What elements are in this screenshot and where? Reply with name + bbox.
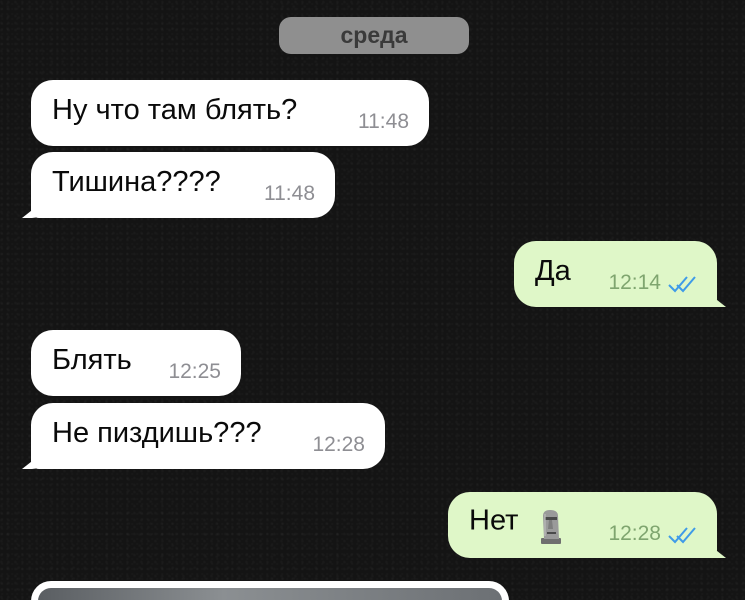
message-time: 12:25 (168, 360, 221, 383)
message-time: 11:48 (358, 110, 409, 133)
bubble-tail (698, 285, 726, 307)
message-time: 12:14 (608, 271, 661, 294)
message-text: Да (535, 254, 571, 287)
media-message-bubble[interactable] (31, 581, 509, 600)
bubble-tail (22, 196, 50, 218)
message-bubble-incoming[interactable]: Блять 12:25 (31, 330, 241, 396)
bubble-tail (698, 536, 726, 558)
message-text: Блять (52, 343, 132, 376)
message-time: 11:48 (264, 182, 315, 205)
message-time: 12:28 (608, 522, 661, 545)
message-text: Нет (469, 504, 564, 544)
message-bubble-incoming[interactable]: Не пиздишь??? 12:28 (22, 403, 385, 469)
double-check-icon (668, 527, 696, 544)
message-text-content: Нет (469, 504, 519, 537)
message-text: Ну что там блять? (52, 93, 298, 126)
message-text: Тишина???? (52, 165, 221, 198)
message-time: 12:28 (312, 433, 365, 456)
bubble-tail (22, 447, 50, 469)
message-bubble-outgoing[interactable]: Да 12:14 (514, 241, 726, 307)
date-separator-label: среда (340, 22, 408, 48)
message-bubble-incoming[interactable]: Тишина???? 11:48 (22, 152, 335, 218)
photo-preview[interactable] (38, 588, 502, 600)
message-text: Не пиздишь??? (52, 416, 262, 449)
date-separator: среда (279, 17, 469, 54)
double-check-icon (668, 276, 696, 293)
moai-emoji-icon (541, 510, 562, 544)
message-bubble-incoming[interactable]: Ну что там блять? 11:48 (31, 80, 429, 146)
message-bubble-outgoing[interactable]: Нет 12:28 (448, 492, 726, 558)
